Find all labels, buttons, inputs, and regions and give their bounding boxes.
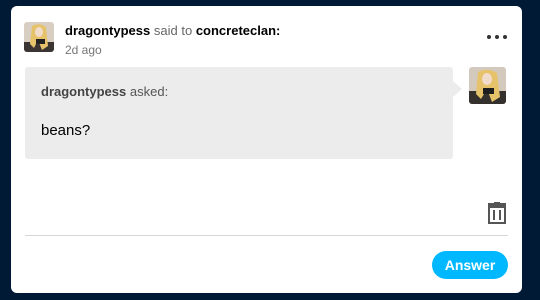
more-options-icon[interactable]: [485, 30, 509, 44]
author-name[interactable]: dragontypess: [65, 23, 150, 38]
ask-card: dragontypess said to concreteclan: 2d ag…: [11, 6, 522, 293]
question-text: beans?: [41, 122, 91, 139]
asker-avatar[interactable]: [469, 67, 506, 104]
said-to-label: said to: [153, 23, 193, 38]
ask-bubble: dragontypess asked: beans?: [25, 67, 462, 159]
post-attribution: dragontypess said to concreteclan: 2d ag…: [65, 23, 280, 58]
delete-trash-icon[interactable]: [487, 202, 507, 224]
answer-button[interactable]: Answer: [432, 251, 508, 279]
footer-divider: [25, 235, 508, 236]
asker-name[interactable]: dragontypess: [41, 84, 126, 99]
author-avatar[interactable]: [24, 22, 54, 52]
recipient-name[interactable]: concreteclan:: [196, 23, 281, 38]
asked-label: asked:: [129, 84, 169, 99]
asker-line: dragontypess asked:: [41, 84, 168, 99]
post-header: dragontypess said to concreteclan: 2d ag…: [24, 20, 509, 60]
post-timestamp: 2d ago: [65, 43, 102, 57]
